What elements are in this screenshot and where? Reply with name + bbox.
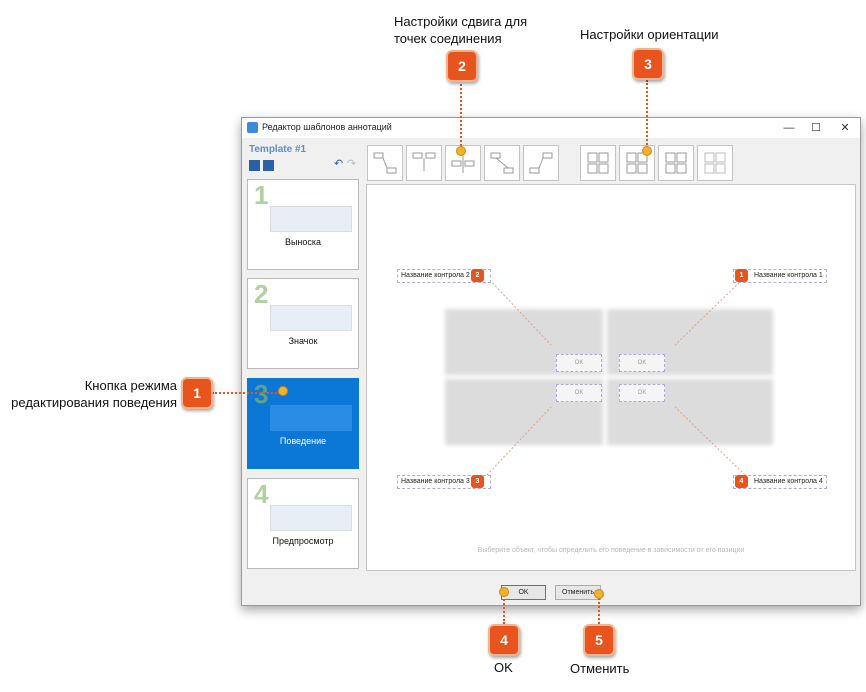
callout-4-badge: 4 [488,624,520,656]
step-number: 4 [254,479,269,509]
connector-lines [486,276,746,476]
orientation-setting-button-4[interactable] [697,145,733,181]
close-button[interactable]: ✕ [832,120,858,136]
callout-3-dot [642,146,652,156]
title-bar: Редактор шаблонов аннотаций — ☐ ✕ [242,118,860,138]
callout-2-line [460,80,462,150]
callout-1-text: Кнопка режима редактирования поведения [11,378,177,410]
minimize-button[interactable]: — [776,120,802,136]
control-badge-3: 3 [471,475,484,488]
callout-1-badge: 1 [181,377,213,409]
callout-1-line [212,392,280,394]
sidebar-item-label: Выноска [284,237,322,247]
orientation-setting-button-1[interactable] [580,145,616,181]
offset-setting-button-4[interactable] [484,145,520,181]
callout-1-dot [278,386,288,396]
app-icon [247,122,258,133]
sidebar-item-icon[interactable]: 2 Значок [247,278,359,369]
callout-2-text: Настройки сдвига для точек соединения [394,14,528,46]
callout-4-text: OK [494,660,513,675]
control-badge-4: 4 [735,475,748,488]
step-number: 3 [254,379,269,409]
offset-setting-button-1[interactable] [367,145,403,181]
orientation-setting-button-3[interactable] [658,145,694,181]
sidebar-item-preview[interactable]: 4 Предпросмотр [247,478,359,569]
sidebar-item-label: Предпросмотр [272,536,334,546]
callout-3-text: Настройки ориентации [580,27,719,42]
callout-5-text: Отменить [570,661,630,676]
sidebar-item-label: Поведение [279,436,327,446]
offset-setting-button-5[interactable] [523,145,559,181]
annotation-template-editor-window: Редактор шаблонов аннотаций — ☐ ✕ Templa… [241,117,861,606]
open-icon[interactable] [263,160,274,171]
callout-5-badge: 5 [583,624,615,656]
behavior-thumbnail [270,405,352,431]
canvas-hint: Выберите объект, чтобы определить его по… [477,547,745,554]
redo-icon[interactable]: ↷ [346,159,357,170]
step-number: 1 [254,180,269,210]
callout-4-dot [499,587,509,597]
save-icon[interactable] [249,160,260,171]
behavior-canvas[interactable]: OK OK OK OK Название контрола 2 2 Назван… [366,184,856,571]
callout-thumbnail [270,206,352,232]
preview-thumbnail [270,505,352,531]
sidebar-item-label: Значок [288,336,318,346]
callout-3-line [646,80,648,148]
callout-2-dot [456,146,466,156]
control-badge-1: 1 [735,269,748,282]
template-title: Template #1 [249,144,307,155]
undo-icon[interactable]: ↶ [333,159,344,170]
step-number: 2 [254,279,269,309]
callout-2-badge: 2 [446,50,478,82]
maximize-button[interactable]: ☐ [803,120,829,136]
callout-5-dot [594,589,604,599]
sidebar-item-callout[interactable]: 1 Выноска [247,179,359,270]
callout-3-badge: 3 [632,48,664,80]
icon-thumbnail [270,305,352,331]
window-title: Редактор шаблонов аннотаций [262,122,392,132]
control-badge-2: 2 [471,269,484,282]
offset-setting-button-2[interactable] [406,145,442,181]
